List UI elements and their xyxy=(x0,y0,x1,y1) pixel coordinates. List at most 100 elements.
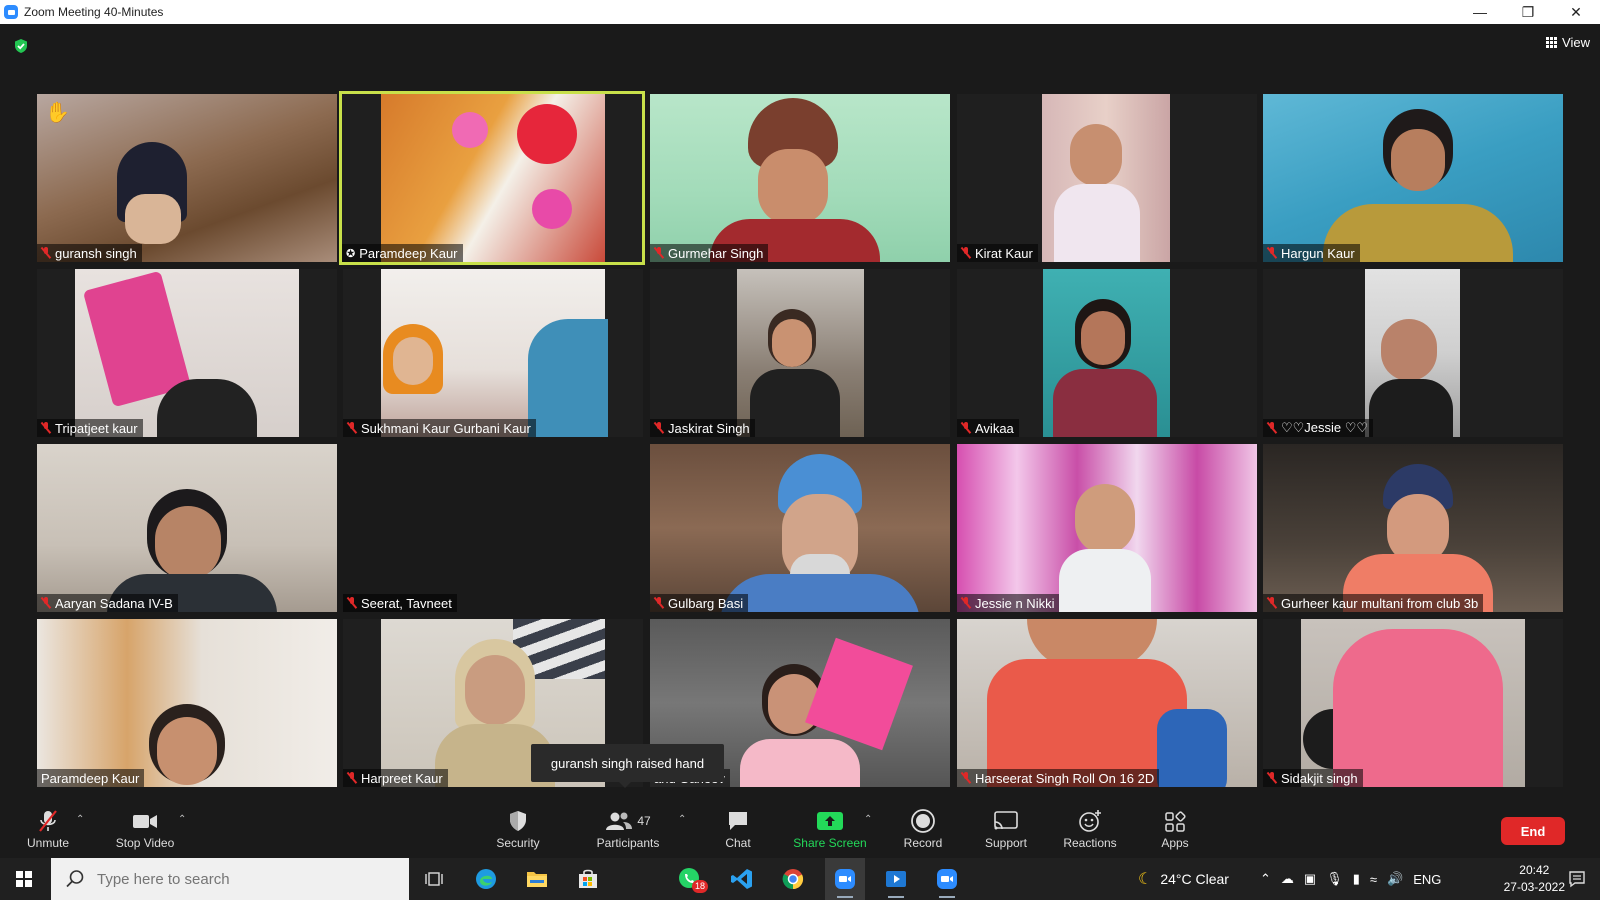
view-button[interactable]: View xyxy=(1546,32,1590,52)
apps-icon xyxy=(1165,811,1186,832)
participant-name: Gulbarg Basi xyxy=(668,595,744,611)
video-tile[interactable]: Seerat, Tavneet xyxy=(343,444,643,612)
wifi-icon[interactable]: ≈ xyxy=(1370,872,1377,887)
taskbar-zoom-meeting[interactable] xyxy=(927,858,967,900)
mic-muted-icon xyxy=(654,422,664,434)
participant-name: Gurheer kaur multani from club 3b xyxy=(1281,595,1479,611)
security-button[interactable]: Security xyxy=(491,800,545,858)
close-button[interactable]: ✕ xyxy=(1552,0,1600,24)
participants-button[interactable]: 47 Participants xyxy=(590,800,666,858)
video-tile[interactable]: Avikaa xyxy=(957,269,1257,437)
support-button[interactable]: Support xyxy=(982,800,1030,858)
participant-name: guransh singh xyxy=(55,245,137,261)
video-tile[interactable]: Aaryan Sadana IV-B xyxy=(37,444,337,612)
record-button[interactable]: Record xyxy=(903,800,943,858)
taskbar-search[interactable] xyxy=(51,858,409,900)
video-camera-icon xyxy=(133,815,157,828)
volume-icon[interactable]: 🔊 xyxy=(1387,871,1403,887)
input-language[interactable]: ENG xyxy=(1413,872,1441,887)
share-screen-icon xyxy=(817,812,843,830)
participant-name: ♡♡Jessie ♡♡ xyxy=(1281,420,1369,435)
video-tile[interactable]: Hargun Kaur xyxy=(1263,94,1563,262)
taskbar-edge[interactable] xyxy=(466,858,506,900)
mic-muted-icon xyxy=(1267,772,1277,784)
video-tile[interactable]: ✪ Paramdeep Kaur xyxy=(339,91,645,265)
participant-name: Harpreet Kaur xyxy=(361,770,443,786)
mic-muted-icon xyxy=(41,422,51,434)
minimize-button[interactable]: — xyxy=(1456,0,1504,24)
search-input[interactable] xyxy=(95,869,399,889)
mic-muted-icon xyxy=(41,247,51,259)
video-tile[interactable]: Jaskirat Singh xyxy=(650,269,950,437)
start-button[interactable] xyxy=(0,858,48,900)
participants-options-chevron-icon[interactable]: ⌃ xyxy=(678,814,686,825)
share-options-chevron-icon[interactable]: ⌃ xyxy=(864,814,872,825)
video-tile[interactable]: ♡♡Jessie ♡♡ xyxy=(1263,269,1563,437)
share-screen-button[interactable]: Share Screen xyxy=(792,800,868,858)
system-tray: ⌃ ☁ ▣ 🎙 ▮ ≈ 🔊 ENG xyxy=(1260,858,1441,900)
stop-video-button[interactable]: Stop Video xyxy=(112,800,178,858)
reactions-button[interactable]: Reactions xyxy=(1061,800,1119,858)
chat-button[interactable]: Chat xyxy=(720,800,756,858)
task-view-button[interactable] xyxy=(414,858,454,900)
video-tile[interactable]: Gulbarg Basi xyxy=(650,444,950,612)
mic-muted-icon xyxy=(654,247,664,259)
participants-icon xyxy=(606,812,633,830)
video-tile[interactable]: Harseerat Singh Roll On 16 2D xyxy=(957,619,1257,787)
participant-name: Harseerat Singh Roll On 16 2D xyxy=(975,770,1155,786)
pin-icon: ✪ xyxy=(346,247,356,260)
onedrive-cloud-icon[interactable]: ☁ xyxy=(1281,871,1294,887)
raised-hand-icon: ✋ xyxy=(45,102,70,124)
show-hidden-icons-chevron-icon[interactable]: ⌃ xyxy=(1260,871,1271,887)
taskbar-media-player[interactable] xyxy=(876,858,916,900)
edge-browser-icon xyxy=(476,869,496,889)
meeting-toolbar: Unmute ⌃ Stop Video ⌃ Security 47 Partic… xyxy=(0,800,1600,858)
apps-button[interactable]: Apps xyxy=(1158,800,1192,858)
video-tile[interactable]: Tripatjeet kaur xyxy=(37,269,337,437)
taskbar-whatsapp[interactable]: 18 xyxy=(670,858,710,900)
meeting-area: View ✋ guransh singh ✪ Paramdeep Kaur Gur… xyxy=(0,24,1600,800)
chrome-icon xyxy=(782,869,804,890)
unmute-button[interactable]: Unmute xyxy=(22,800,74,858)
zoom-app-icon xyxy=(835,869,855,889)
video-tile[interactable]: Paramdeep Kaur xyxy=(37,619,337,787)
taskbar-chrome[interactable] xyxy=(773,858,813,900)
clock-date: 27-03-2022 xyxy=(1503,880,1565,894)
video-tile[interactable]: Gurmehar Singh xyxy=(650,94,950,262)
system-clock[interactable]: 20:42 27-03-2022 xyxy=(1504,862,1565,896)
video-tile[interactable]: Jessie n Nikki xyxy=(957,444,1257,612)
participant-name: Kirat Kaur xyxy=(975,245,1033,261)
participant-name: Sukhmani Kaur Gurbani Kaur xyxy=(361,420,531,436)
shield-check-icon[interactable] xyxy=(13,38,29,54)
meet-now-icon[interactable]: ▣ xyxy=(1304,871,1316,887)
video-options-chevron-icon[interactable]: ⌃ xyxy=(178,814,186,825)
reactions-smiley-icon xyxy=(1079,810,1101,832)
weather-widget[interactable]: ☾ 24°C Clear xyxy=(1138,858,1229,900)
participant-name: Paramdeep Kaur xyxy=(359,245,458,261)
taskbar-zoom[interactable] xyxy=(825,858,865,900)
shield-icon xyxy=(510,811,526,831)
notification-center-button[interactable] xyxy=(1557,858,1597,900)
video-tile[interactable]: ✋ guransh singh xyxy=(37,94,337,262)
taskbar-file-explorer[interactable] xyxy=(517,858,557,900)
microphone-icon[interactable]: 🎙 xyxy=(1326,871,1343,887)
clock-time: 20:42 xyxy=(1519,863,1550,877)
participant-name: Tripatjeet kaur xyxy=(55,420,138,436)
audio-options-chevron-icon[interactable]: ⌃ xyxy=(76,814,84,825)
participant-name: Jessie n Nikki xyxy=(975,595,1055,611)
taskbar-vscode[interactable] xyxy=(722,858,762,900)
store-icon xyxy=(579,869,597,888)
notification-badge: 18 xyxy=(692,880,709,893)
mic-muted-icon xyxy=(654,597,664,609)
support-cast-icon xyxy=(994,811,1018,830)
mic-muted-icon xyxy=(1267,422,1277,434)
video-tile[interactable]: Gurheer kaur multani from club 3b xyxy=(1263,444,1563,612)
windows-logo-icon xyxy=(16,871,32,887)
end-meeting-button[interactable]: End xyxy=(1501,817,1565,845)
restore-button[interactable]: ❐ xyxy=(1504,0,1552,24)
video-tile[interactable]: Sukhmani Kaur Gurbani Kaur xyxy=(343,269,643,437)
battery-icon[interactable]: ▮ xyxy=(1353,871,1360,887)
video-tile[interactable]: Sidakjit singh xyxy=(1263,619,1563,787)
video-tile[interactable]: Kirat Kaur xyxy=(957,94,1257,262)
taskbar-store[interactable] xyxy=(568,858,608,900)
